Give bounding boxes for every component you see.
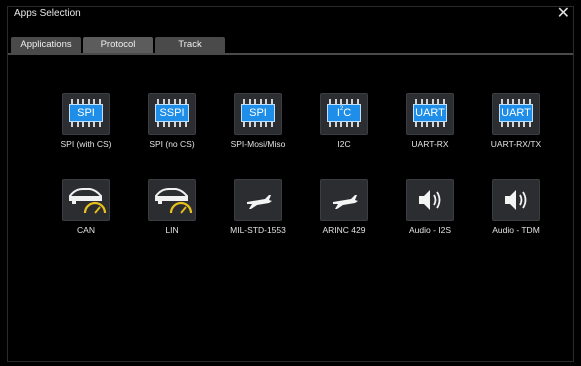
chip-pins (329, 122, 359, 127)
app-tile[interactable]: UART UART-RX (394, 93, 466, 149)
close-icon[interactable]: ✕ (557, 3, 570, 22)
app-label: LIN (165, 225, 179, 235)
app-tile[interactable]: SSPI SPI (no CS) (136, 93, 208, 149)
chip-pins (71, 122, 101, 127)
app-tile[interactable]: LIN (136, 179, 208, 235)
car-gauge-icon (148, 179, 196, 221)
app-tile[interactable]: ARINC 429 (308, 179, 380, 235)
chip-pins (501, 122, 531, 127)
i2c-chip-icon: I2C (320, 93, 368, 135)
chip-pins (157, 122, 187, 127)
tab-divider (8, 53, 573, 55)
app-tile[interactable]: SPI SPI (with CS) (50, 93, 122, 149)
spi-chip-icon: SPI (234, 93, 282, 135)
app-label: Audio - TDM (492, 225, 540, 235)
chip-label: SSPI (155, 104, 189, 122)
sspi-chip-icon: SSPI (148, 93, 196, 135)
chip-label: UART (413, 104, 447, 122)
chip-pins (415, 122, 445, 127)
app-label: CAN (77, 225, 95, 235)
uart-chip-icon: UART (492, 93, 540, 135)
app-label: ARINC 429 (322, 225, 366, 235)
app-label: MIL-STD-1553 (230, 225, 286, 235)
apps-selection-dialog: Apps Selection ✕ Applications Protocol T… (7, 3, 574, 362)
app-label: SPI-Mosi/Miso (230, 139, 286, 149)
car-gauge-icon (62, 179, 110, 221)
tab-track[interactable]: Track (155, 37, 225, 53)
tab-applications[interactable]: Applications (11, 37, 81, 53)
app-label: Audio - I2S (408, 225, 452, 235)
app-label: UART-RX/TX (490, 139, 542, 149)
app-tile[interactable]: Audio - I2S (394, 179, 466, 235)
app-tile[interactable]: SPI SPI-Mosi/Miso (222, 93, 294, 149)
app-tile[interactable]: Audio - TDM (480, 179, 552, 235)
app-tile[interactable]: UART UART-RX/TX (480, 93, 552, 149)
app-label: SPI (with CS) (60, 139, 112, 149)
chip-pins (243, 122, 273, 127)
app-tile[interactable]: CAN (50, 179, 122, 235)
app-tile[interactable]: I2C I2C (308, 93, 380, 149)
speaker-icon (406, 179, 454, 221)
tab-protocol[interactable]: Protocol (83, 37, 153, 53)
airplane-icon (234, 179, 282, 221)
app-label: UART-RX (411, 139, 449, 149)
dialog-title: Apps Selection (14, 8, 81, 19)
app-label: SPI (no CS) (149, 139, 195, 149)
uart-chip-icon: UART (406, 93, 454, 135)
app-label: I2C (337, 139, 351, 149)
spi-chip-icon: SPI (62, 93, 110, 135)
chip-label: SPI (69, 104, 103, 122)
chip-label: I2C (327, 104, 361, 122)
chip-label: UART (499, 104, 533, 122)
chip-label: SPI (241, 104, 275, 122)
speaker-icon (492, 179, 540, 221)
app-tile[interactable]: MIL-STD-1553 (222, 179, 294, 235)
airplane-icon (320, 179, 368, 221)
